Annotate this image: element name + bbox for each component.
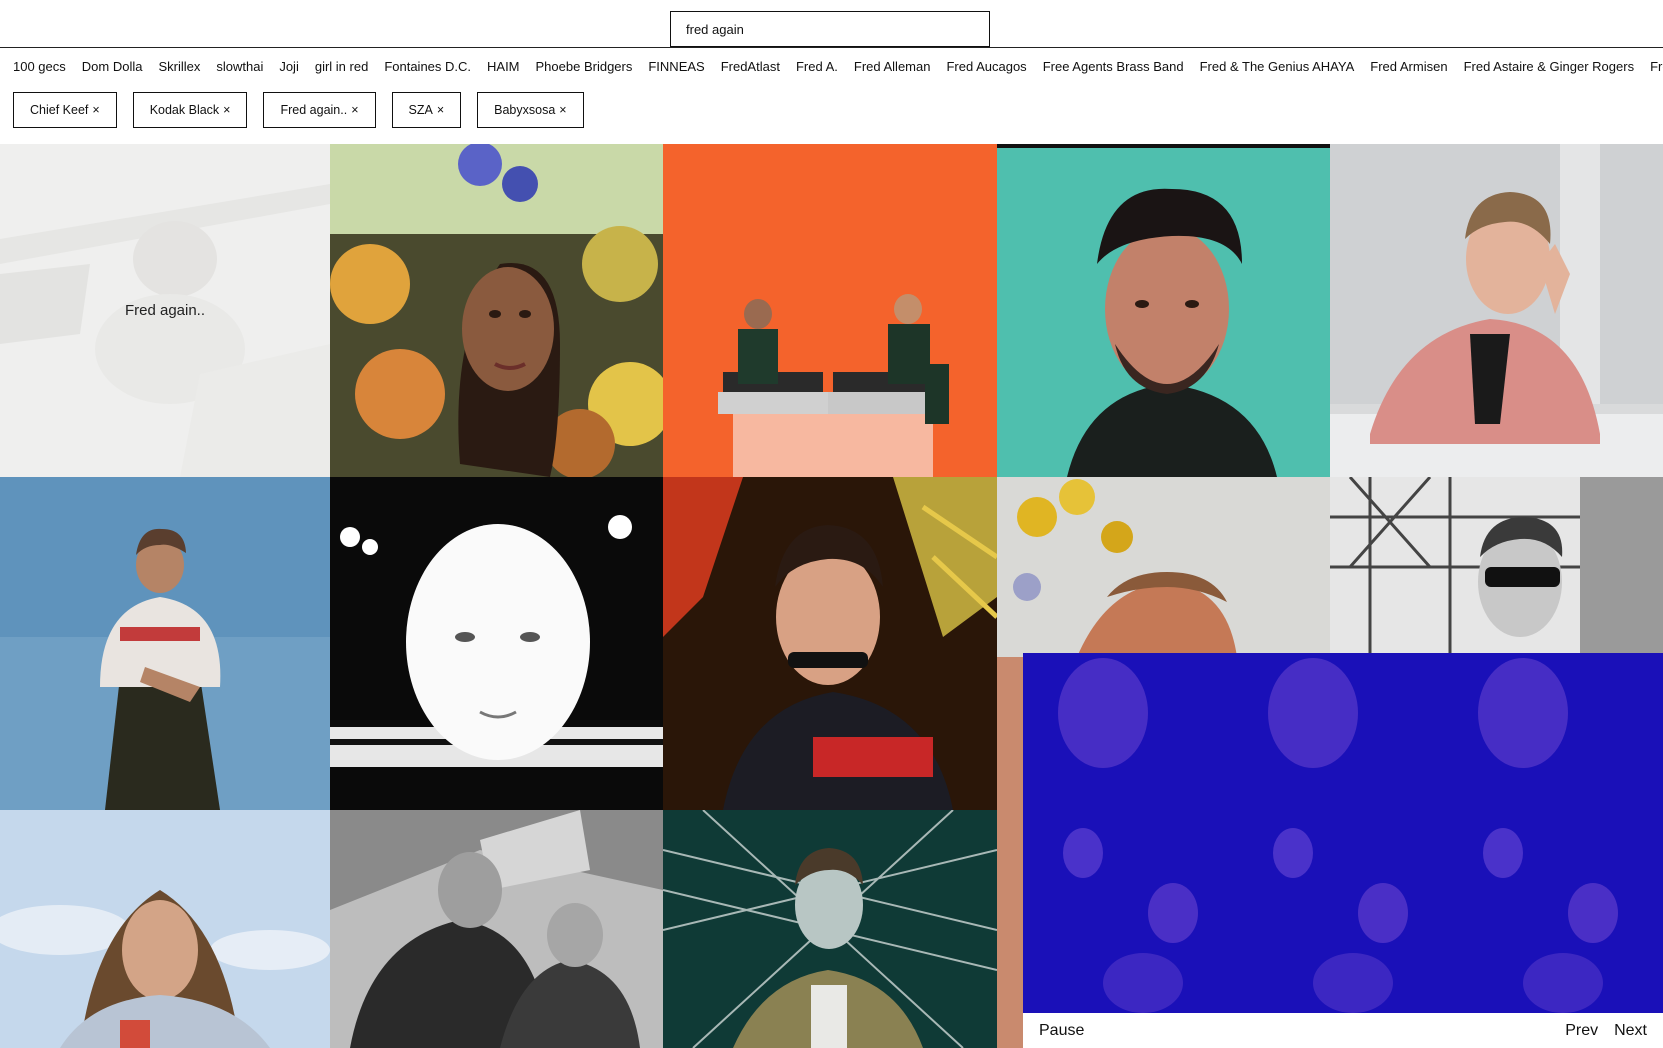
suggestion-item[interactable]: Fred Alleman — [854, 59, 931, 74]
artist-photo — [330, 144, 663, 477]
video-frame — [1023, 653, 1663, 1013]
artist-tile[interactable] — [997, 657, 1023, 1048]
artist-photo — [663, 477, 997, 810]
chip-babyxsosa[interactable]: Babyxsosa × — [477, 92, 584, 128]
suggestion-item[interactable]: Skrillex — [158, 59, 200, 74]
suggestion-item[interactable]: Phoebe Bridgers — [536, 59, 633, 74]
chip-sza[interactable]: SZA × — [391, 92, 462, 128]
chip-label: Babyxsosa — [494, 103, 556, 117]
artist-tile[interactable] — [1330, 144, 1663, 477]
selected-artist-chips: Chief Keef × Kodak Black × Fred again.. … — [13, 92, 584, 128]
suggestion-item[interactable]: HAIM — [487, 59, 520, 74]
chip-label: SZA — [408, 103, 433, 117]
artist-tile[interactable] — [0, 810, 330, 1048]
suggestion-item[interactable]: Fred Armisen — [1370, 59, 1447, 74]
prev-button[interactable]: Prev — [1565, 1022, 1598, 1040]
artist-tile[interactable] — [663, 810, 997, 1048]
artist-photo — [997, 477, 1330, 657]
artist-tile[interactable] — [663, 144, 997, 477]
suggestion-item[interactable]: Dom Dolla — [82, 59, 143, 74]
app-page: 100 gecs Dom Dolla Skrillex slowthai Joj… — [0, 0, 1663, 1048]
remove-chip-icon[interactable]: × — [223, 103, 230, 117]
suggestion-item[interactable]: slowthai — [216, 59, 263, 74]
chip-label: Chief Keef — [30, 103, 89, 117]
suggestion-item[interactable]: Fred Astaire & Ginger Rogers — [1464, 59, 1635, 74]
suggestion-item[interactable]: Free Agents Brass Band — [1043, 59, 1184, 74]
artist-tile[interactable] — [330, 477, 663, 810]
artist-suggestions: 100 gecs Dom Dolla Skrillex slowthai Joj… — [0, 47, 1663, 85]
artist-tile[interactable] — [330, 144, 663, 477]
artist-image-grid: Fred again.. Pause Prev Next — [0, 144, 1663, 1048]
artist-photo — [330, 477, 663, 810]
next-button[interactable]: Next — [1614, 1022, 1647, 1040]
artist-photo — [1330, 144, 1663, 477]
search-input[interactable] — [670, 11, 990, 47]
artist-photo — [1330, 477, 1663, 657]
remove-chip-icon[interactable]: × — [437, 103, 444, 117]
artist-tile[interactable] — [997, 144, 1330, 477]
artist-tile[interactable] — [1330, 477, 1663, 657]
artist-photo — [330, 810, 663, 1048]
remove-chip-icon[interactable]: × — [92, 103, 99, 117]
chip-label: Fred again.. — [280, 103, 348, 117]
chip-chief-keef[interactable]: Chief Keef × — [13, 92, 117, 128]
player-nav: Prev Next — [1565, 1022, 1647, 1040]
suggestion-item[interactable]: FredAtlast — [721, 59, 780, 74]
artist-photo — [663, 144, 997, 477]
search-box — [670, 11, 990, 47]
video-player[interactable]: Pause Prev Next — [1023, 653, 1663, 1048]
suggestion-item[interactable]: FINNEAS — [648, 59, 704, 74]
suggestion-item[interactable]: Fred & The Genius AHAYA — [1200, 59, 1355, 74]
artist-photo — [0, 477, 330, 810]
artist-tile[interactable] — [663, 477, 997, 810]
player-controls: Pause Prev Next — [1023, 1013, 1663, 1048]
pause-button[interactable]: Pause — [1039, 1022, 1084, 1040]
suggestion-item[interactable]: 100 gecs — [13, 59, 66, 74]
artist-tile[interactable] — [0, 477, 330, 810]
suggestion-item[interactable]: Fontaines D.C. — [384, 59, 471, 74]
artist-tile[interactable] — [330, 810, 663, 1048]
suggestion-item[interactable]: Joji — [279, 59, 299, 74]
suggestion-item[interactable]: Fred Aucagos — [946, 59, 1026, 74]
suggestion-item[interactable]: Fred A. — [796, 59, 838, 74]
artist-photo — [997, 144, 1330, 477]
artist-tile-fred-again[interactable]: Fred again.. — [0, 144, 330, 477]
suggestion-item[interactable]: Fred S — [1650, 59, 1663, 74]
suggestion-item[interactable]: girl in red — [315, 59, 368, 74]
remove-chip-icon[interactable]: × — [351, 103, 358, 117]
remove-chip-icon[interactable]: × — [559, 103, 566, 117]
artist-photo — [0, 810, 330, 1048]
chip-fred-again[interactable]: Fred again.. × — [263, 92, 376, 128]
artist-photo — [663, 810, 997, 1048]
highlight-artist-name: Fred again.. — [124, 302, 206, 319]
artist-tile[interactable] — [997, 477, 1330, 657]
artist-photo — [997, 657, 1023, 1048]
chip-label: Kodak Black — [149, 103, 220, 117]
chip-kodak-black[interactable]: Kodak Black × — [132, 92, 248, 128]
